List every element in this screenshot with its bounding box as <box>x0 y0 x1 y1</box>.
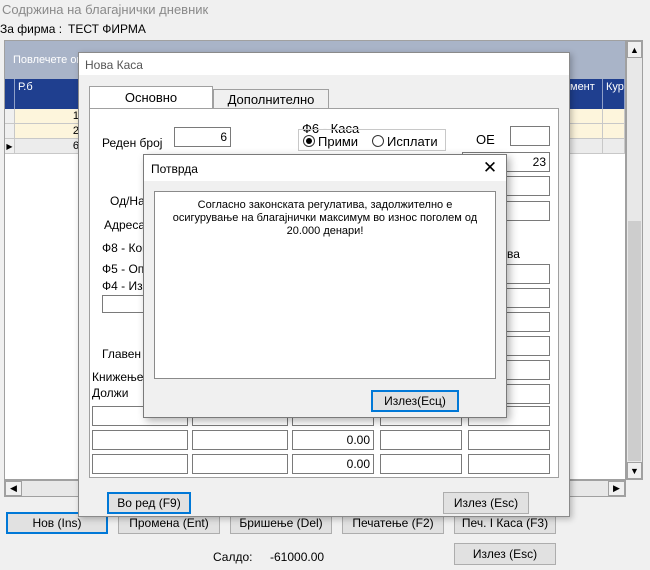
column-header-indicator <box>5 79 15 109</box>
scroll-down-icon[interactable]: ▼ <box>627 462 642 479</box>
potvrda-exit-button[interactable]: Излез(Есц) <box>371 390 459 412</box>
close-icon[interactable]: ✕ <box>478 157 502 179</box>
company-label: За фирма : <box>0 22 63 36</box>
from-label: Од/На <box>110 194 145 208</box>
message-box: Согласно законската регулатива, задолжит… <box>154 191 496 379</box>
entry-cell[interactable] <box>380 454 462 474</box>
row-cell-doc[interactable] <box>567 124 603 139</box>
row-indicator-current: ▶ <box>5 139 15 154</box>
radio-pay[interactable] <box>372 135 384 147</box>
potvrda-dialog: Потврда ✕ Согласно законската регулатива… <box>143 154 507 418</box>
entry-amount[interactable]: 0.00 <box>292 430 374 450</box>
entry-cell[interactable] <box>92 454 188 474</box>
radio-receive-label: Прими <box>318 134 359 149</box>
table-row[interactable]: 1 <box>15 109 83 124</box>
row-indicator <box>5 124 15 139</box>
column-header-rb[interactable]: Р.б <box>15 79 83 109</box>
table-row[interactable]: 2 <box>15 124 83 139</box>
row-cell-doc[interactable] <box>567 109 603 124</box>
entry-amount[interactable]: 0.00 <box>292 454 374 474</box>
row-indicator <box>5 109 15 124</box>
row-cell-rate[interactable] <box>603 109 625 124</box>
table-row[interactable]: 6 <box>15 139 83 154</box>
radio-pay-label: Исплати <box>387 134 438 149</box>
entry-cell[interactable] <box>468 430 550 450</box>
balance-label: Салдо: <box>213 550 253 564</box>
row-cell-rate[interactable] <box>603 139 625 154</box>
entry-cell[interactable] <box>380 430 462 450</box>
row-cell-rate[interactable] <box>603 124 625 139</box>
scroll-thumb[interactable] <box>628 221 641 461</box>
company-name: ТЕСТ ФИРМА <box>68 22 146 36</box>
scroll-left-icon[interactable]: ◀ <box>5 481 22 496</box>
oe-label: ОЕ <box>476 132 495 147</box>
potvrda-title: Потврда <box>151 162 198 176</box>
scroll-right-icon[interactable]: ▶ <box>608 481 625 496</box>
main-exit-button[interactable]: Излез (Esc) <box>454 543 556 565</box>
radio-receive[interactable] <box>303 135 315 147</box>
main-window-title: Содржина на благајнички дневник <box>2 2 209 17</box>
tab-osnovno-label: Основно <box>124 90 178 105</box>
entry-cell[interactable] <box>92 430 188 450</box>
entry-cell[interactable] <box>192 430 288 450</box>
va-label: ва <box>507 247 520 261</box>
tab-dopolnitelno-label: Дополнително <box>227 91 315 107</box>
oe-input[interactable] <box>510 126 550 146</box>
entry-cell[interactable] <box>468 454 550 474</box>
entry-cell[interactable] <box>192 454 288 474</box>
scroll-up-icon[interactable]: ▲ <box>627 41 642 58</box>
owes-label: Должи <box>92 386 129 400</box>
confirmation-message: Согласно законската регулатива, задолжит… <box>172 199 478 237</box>
radio-receive-dot <box>306 138 312 144</box>
serial-input[interactable]: 6 <box>174 127 231 147</box>
booking-label: Книжење <box>92 370 144 384</box>
nova-kasa-exit-button[interactable]: Излез (Esc) <box>443 492 529 514</box>
row-cell-doc[interactable] <box>567 139 603 154</box>
tab-dopolnitelno[interactable]: Дополнително <box>213 89 329 108</box>
nova-kasa-title: Нова Каса <box>85 58 143 72</box>
nova-kasa-titlebar: Нова Каса <box>79 53 569 75</box>
column-header-document[interactable]: мент <box>567 79 603 109</box>
order-button[interactable]: Во ред (F9) <box>107 492 191 514</box>
balance-value: -61000.00 <box>270 550 325 564</box>
group-drag-hint: Повлечете ов <box>13 54 83 66</box>
potvrda-titlebar: Потврда ✕ <box>144 155 506 181</box>
vertical-scrollbar[interactable]: ▲ ▼ <box>626 40 643 480</box>
serial-label: Реден број <box>102 136 163 150</box>
address-label: Адреса <box>104 218 146 232</box>
column-header-rate[interactable]: Курс <box>603 79 625 109</box>
tab-osnovno[interactable]: Основно <box>89 86 213 108</box>
